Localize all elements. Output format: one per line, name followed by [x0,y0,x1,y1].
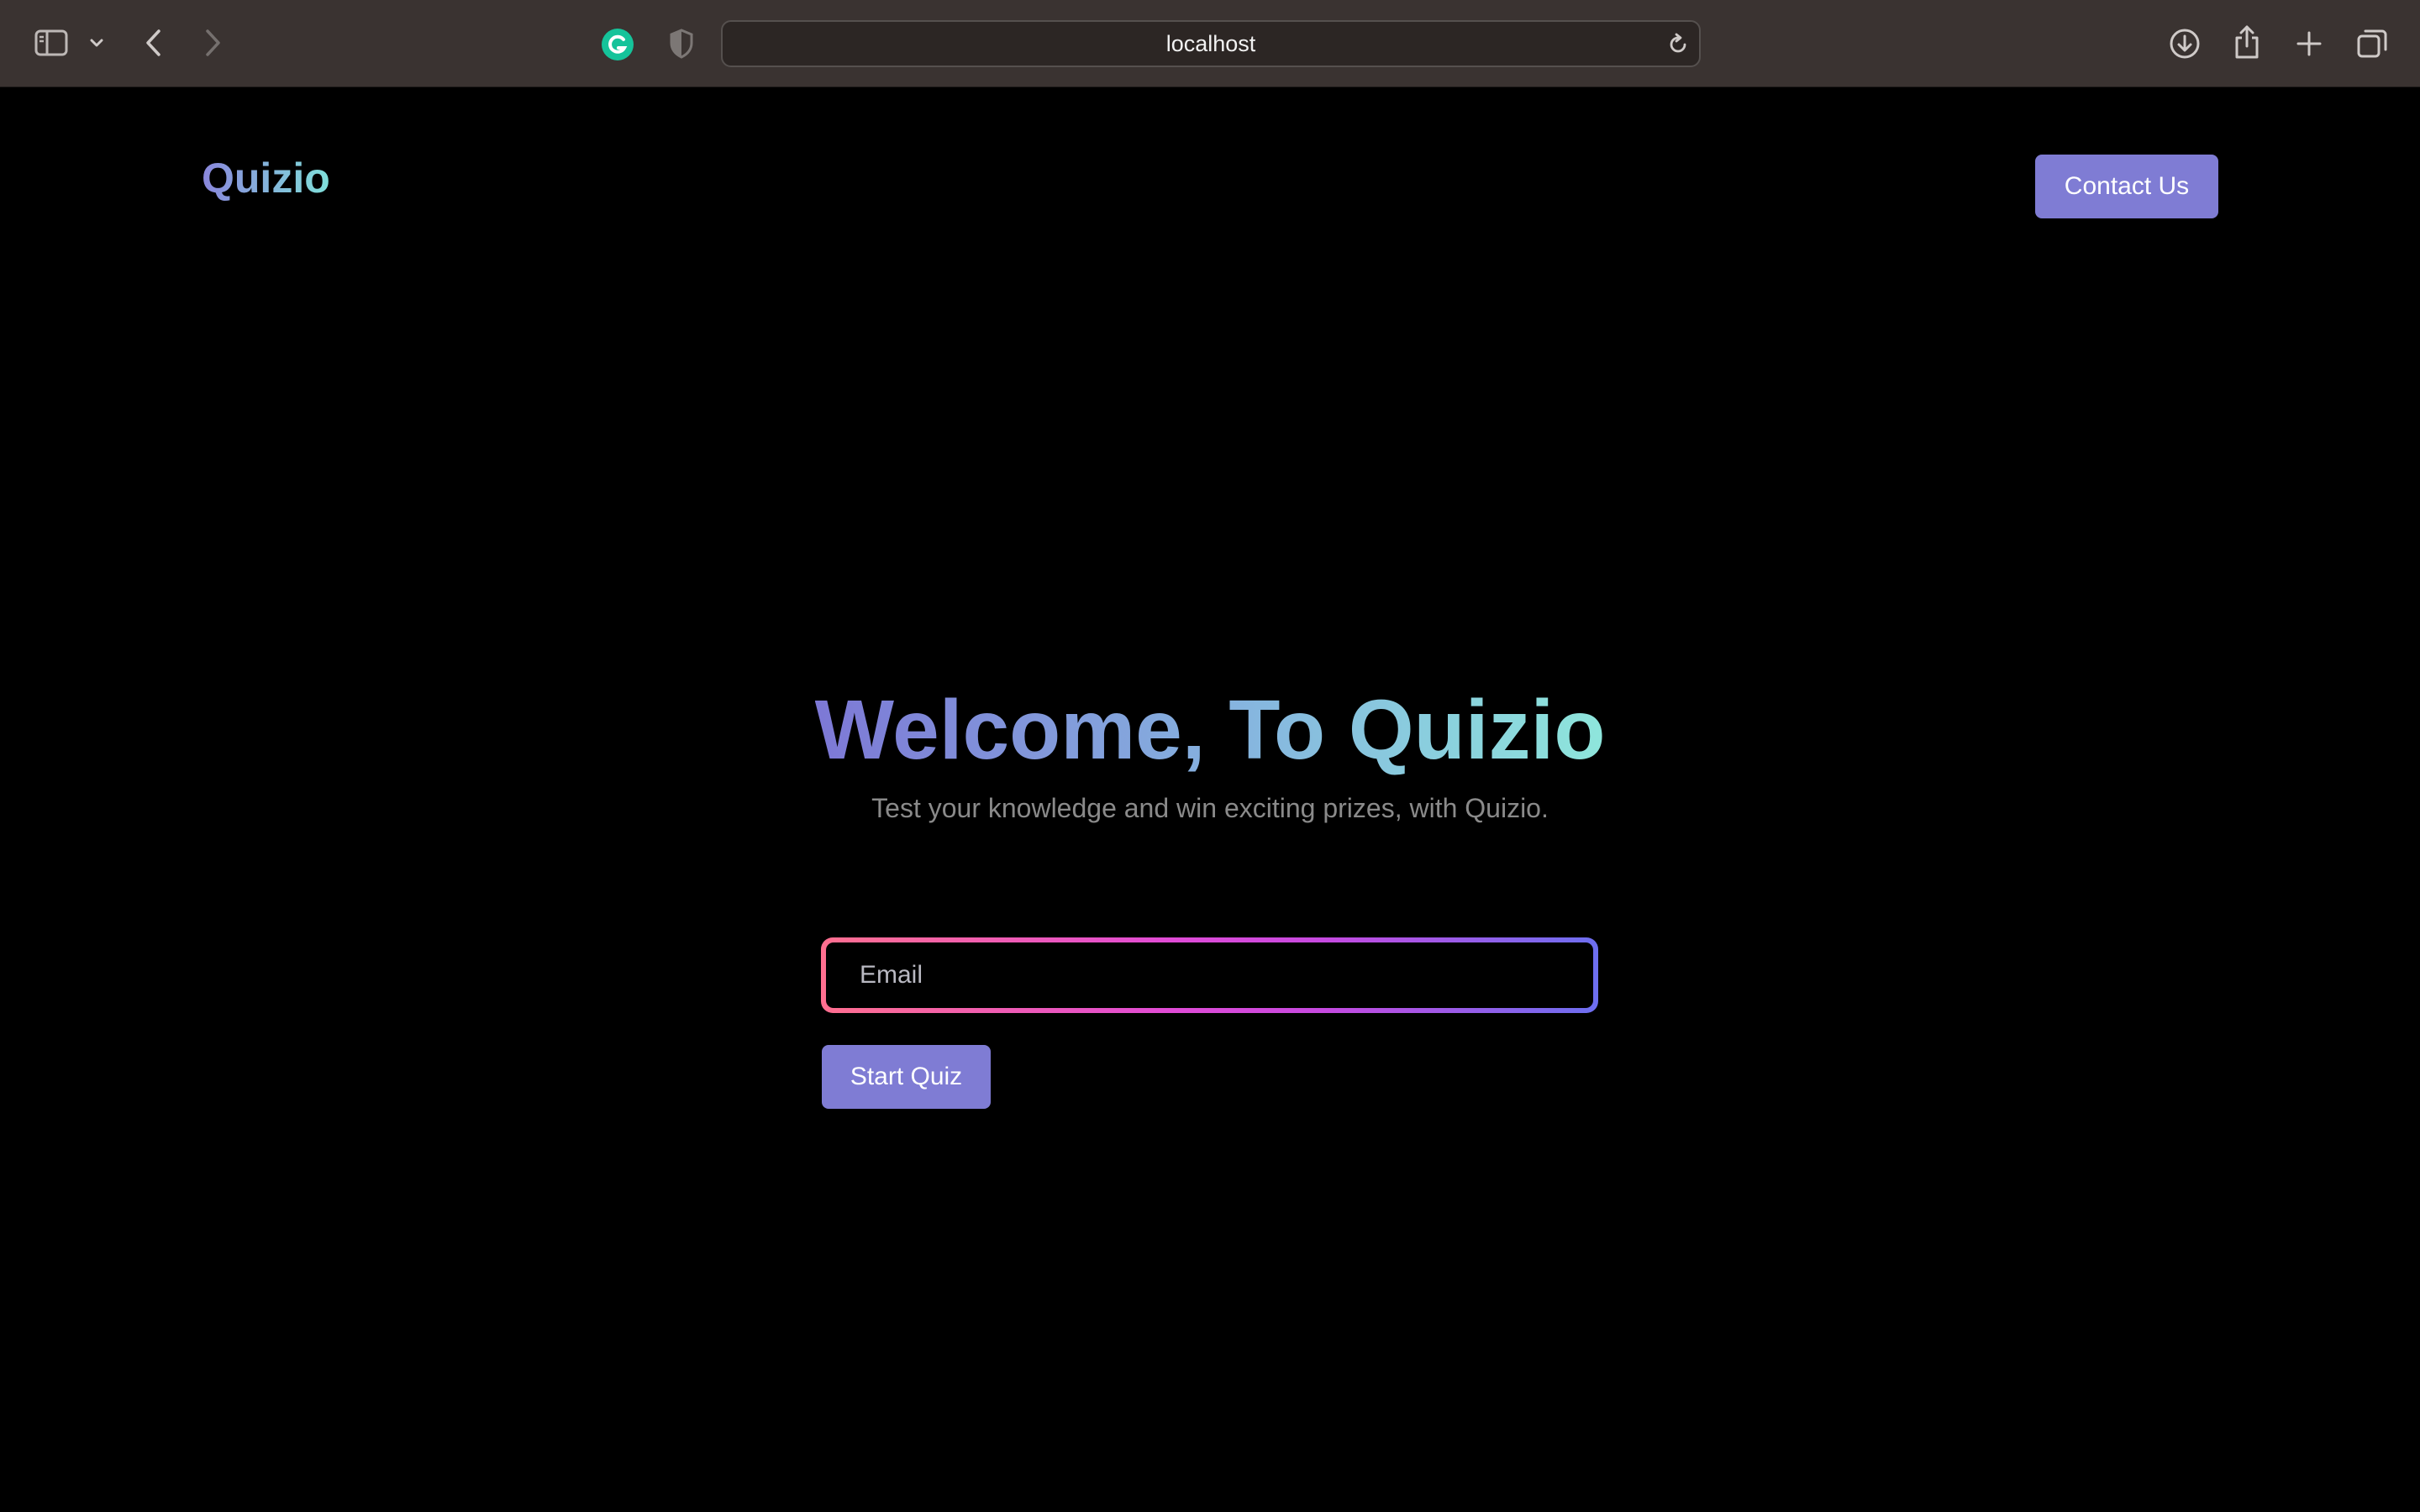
address-text: localhost [1165,30,1256,56]
hero-title: Welcome, To Quizio [807,675,1613,785]
share-icon[interactable] [2230,22,2264,62]
email-field-border [821,937,1598,1013]
tabs-icon[interactable] [2353,25,2391,62]
sidebar-icon[interactable] [30,25,72,60]
reload-icon[interactable] [1665,32,1691,57]
shield-icon[interactable] [666,27,697,60]
plus-icon[interactable] [2291,25,2328,62]
browser-toolbar: localhost [0,0,2420,87]
grammarly-icon[interactable] [600,27,635,62]
page-content: Quizio Contact Us Welcome, To Quizio Tes… [0,87,2420,1512]
forward-arrow-icon[interactable] [197,24,230,62]
hero-title-text: Welcome, To Quizio [814,683,1606,777]
download-icon[interactable] [2166,25,2203,62]
contact-us-button[interactable]: Contact Us [2035,155,2218,218]
email-input[interactable] [826,942,1593,1008]
address-bar[interactable]: localhost [721,20,1701,67]
chevron-down-icon[interactable] [86,30,108,55]
back-arrow-icon[interactable] [136,24,170,62]
logo[interactable]: Quizio [202,153,330,203]
start-quiz-button[interactable]: Start Quiz [822,1045,991,1109]
hero-subtitle: Test your knowledge and win exciting pri… [871,793,1549,823]
